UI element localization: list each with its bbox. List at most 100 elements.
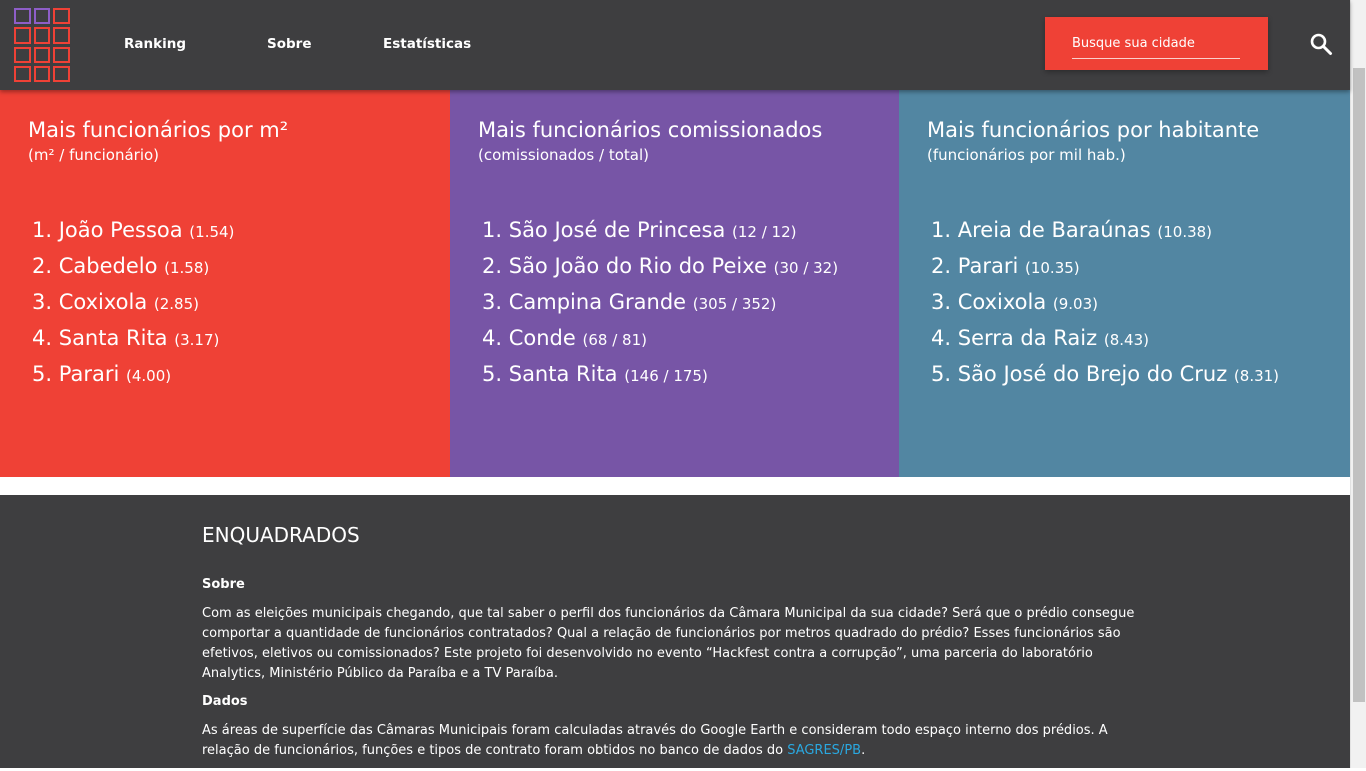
logo-cell: [33, 65, 51, 82]
city-name: Cabedelo: [58, 254, 158, 278]
dados-end: .: [861, 743, 866, 758]
rank-value: (12 / 12): [732, 223, 797, 241]
ranking-item[interactable]: 4. Santa Rita (3.17): [32, 326, 234, 362]
ranking-item[interactable]: 2. Cabedelo (1.58): [32, 254, 234, 290]
city-name: Areia de Baraúnas: [957, 218, 1151, 242]
dados-text: As áreas de superfície das Câmaras Munic…: [202, 723, 1108, 758]
ranking-list: 1. João Pessoa (1.54) 2. Cabedelo (1.58)…: [32, 218, 234, 398]
panel-title: Mais funcionários comissionados: [478, 118, 823, 142]
scrollbar-thumb[interactable]: [1353, 68, 1365, 702]
city-name: São João do Rio do Peixe: [508, 254, 767, 278]
rank-value: (10.38): [1157, 223, 1213, 241]
logo-cell: [14, 65, 31, 82]
page-scrollbar[interactable]: [1350, 0, 1366, 768]
city-name: Santa Rita: [58, 326, 168, 350]
logo-cell: [14, 27, 31, 44]
city-name: Serra da Raiz: [957, 326, 1098, 350]
ranking-item[interactable]: 5. Santa Rita (146 / 175): [482, 362, 838, 398]
enquadrados-logo[interactable]: [14, 8, 70, 82]
city-name: Coxixola: [58, 290, 148, 314]
panel-title: Mais funcionários por habitante: [927, 118, 1260, 142]
rank-number: 5.: [931, 362, 952, 386]
panel-title: Mais funcionários por m²: [28, 118, 289, 142]
ranking-item[interactable]: 2. Parari (10.35): [931, 254, 1279, 290]
logo-cell: [53, 27, 70, 44]
ranking-item[interactable]: 2. São João do Rio do Peixe (30 / 32): [482, 254, 838, 290]
panel-per-habitante: Mais funcionários por habitante (funcion…: [899, 90, 1350, 477]
ranking-item[interactable]: 1. São José de Princesa (12 / 12): [482, 218, 838, 254]
rank-value: (4.00): [125, 367, 172, 385]
search-icon[interactable]: [1309, 32, 1333, 56]
rank-number: 4.: [482, 326, 503, 350]
footer-content: ENQUADRADOS Sobre Com as eleições munici…: [202, 523, 1152, 771]
sagres-link[interactable]: SAGRES/PB: [787, 743, 861, 758]
city-name: João Pessoa: [58, 218, 183, 242]
rank-value: (68 / 81): [582, 331, 647, 349]
logo-cell: [53, 46, 70, 63]
panel-comissionados: Mais funcionários comissionados (comissi…: [450, 90, 899, 477]
city-name: São José do Brejo do Cruz: [957, 362, 1228, 386]
rank-value: (9.03): [1052, 295, 1098, 313]
logo-cell: [14, 46, 31, 63]
ranking-list: 1. São José de Princesa (12 / 12) 2. São…: [482, 218, 838, 398]
sobre-text: Com as eleições municipais chegando, que…: [202, 606, 1135, 681]
panel-subtitle: (m² / funcionário): [28, 146, 160, 164]
city-name: Conde: [508, 326, 576, 350]
rank-number: 3.: [482, 290, 503, 314]
logo-cell: [53, 8, 70, 25]
ranking-item[interactable]: 3. Coxixola (2.85): [32, 290, 234, 326]
ranking-item[interactable]: 5. Parari (4.00): [32, 362, 234, 398]
rank-number: 4.: [32, 326, 53, 350]
rank-value: (10.35): [1024, 259, 1080, 277]
ranking-item[interactable]: 3. Campina Grande (305 / 352): [482, 290, 838, 326]
nav-ranking[interactable]: Ranking: [124, 36, 186, 52]
ranking-list: 1. Areia de Baraúnas (10.38) 2. Parari (…: [931, 218, 1279, 398]
top-nav-bar: Ranking Sobre Estatísticas: [0, 0, 1350, 90]
panel-subtitle: (comissionados / total): [478, 146, 649, 164]
rank-number: 2.: [931, 254, 952, 278]
rank-value: (1.58): [164, 259, 210, 277]
rank-value: (8.43): [1103, 331, 1149, 349]
panel-subtitle: (funcionários por mil hab.): [927, 146, 1126, 164]
footer-title: ENQUADRADOS: [202, 523, 360, 547]
logo-cell: [53, 65, 70, 82]
rank-number: 1.: [32, 218, 53, 242]
logo-cell: [33, 46, 51, 63]
logo-cell: [33, 8, 51, 25]
city-name: Campina Grande: [508, 290, 687, 314]
city-name: São José de Princesa: [508, 218, 726, 242]
ranking-item[interactable]: 5. São José do Brejo do Cruz (8.31): [931, 362, 1279, 398]
rank-value: (1.54): [189, 223, 235, 241]
rank-number: 1.: [931, 218, 952, 242]
rank-number: 4.: [931, 326, 952, 350]
ranking-item[interactable]: 3. Coxixola (9.03): [931, 290, 1279, 326]
logo-cell: [14, 8, 31, 25]
panel-per-m2: Mais funcionários por m² (m² / funcionár…: [0, 90, 450, 477]
city-name: Parari: [957, 254, 1019, 278]
rank-number: 3.: [32, 290, 53, 314]
rank-value: (146 / 175): [624, 367, 708, 385]
dados-paragraph: As áreas de superfície das Câmaras Munic…: [202, 721, 1152, 761]
ranking-item[interactable]: 4. Serra da Raiz (8.43): [931, 326, 1279, 362]
rank-value: (3.17): [174, 331, 220, 349]
nav-estatisticas[interactable]: Estatísticas: [383, 36, 471, 52]
city-name: Santa Rita: [508, 362, 618, 386]
sobre-heading: Sobre: [202, 577, 245, 592]
ranking-item[interactable]: 1. João Pessoa (1.54): [32, 218, 234, 254]
rank-value: (30 / 32): [773, 259, 839, 277]
rank-number: 2.: [32, 254, 53, 278]
rank-value: (2.85): [153, 295, 199, 313]
city-name: Parari: [58, 362, 120, 386]
rank-number: 3.: [931, 290, 952, 314]
rank-value: (305 / 352): [692, 295, 777, 313]
search-input[interactable]: [1072, 29, 1240, 59]
footer: ENQUADRADOS Sobre Com as eleições munici…: [0, 495, 1350, 768]
search-box: [1045, 17, 1268, 70]
nav-sobre[interactable]: Sobre: [267, 36, 311, 52]
ranking-item[interactable]: 4. Conde (68 / 81): [482, 326, 838, 362]
rank-number: 5.: [482, 362, 503, 386]
ranking-item[interactable]: 1. Areia de Baraúnas (10.38): [931, 218, 1279, 254]
rank-value: (8.31): [1233, 367, 1280, 385]
logo-cell: [33, 27, 51, 44]
rank-number: 1.: [482, 218, 503, 242]
